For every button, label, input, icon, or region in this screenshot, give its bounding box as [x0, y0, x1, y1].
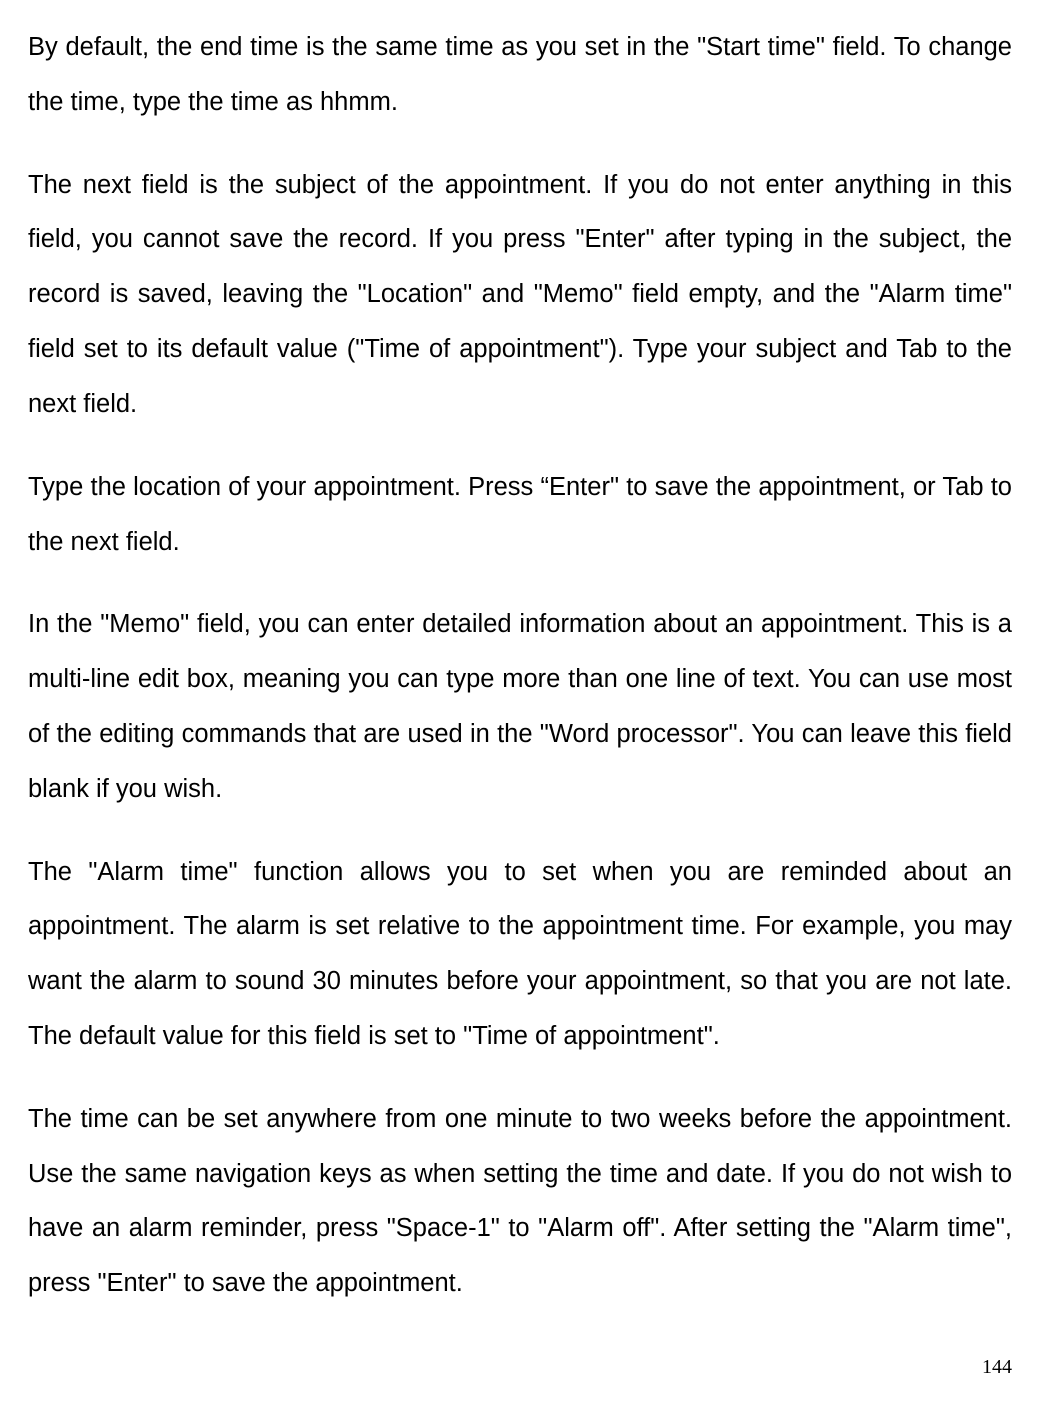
paragraph-5: The "Alarm time" function allows you to …	[28, 845, 1012, 1064]
paragraph-6: The time can be set anywhere from one mi…	[28, 1092, 1012, 1311]
paragraph-2: The next field is the subject of the app…	[28, 158, 1012, 432]
paragraph-3: Type the location of your appointment. P…	[28, 460, 1012, 570]
paragraph-1: By default, the end time is the same tim…	[28, 20, 1012, 130]
page-number: 144	[982, 1356, 1012, 1379]
paragraph-4: In the "Memo" field, you can enter detai…	[28, 597, 1012, 816]
